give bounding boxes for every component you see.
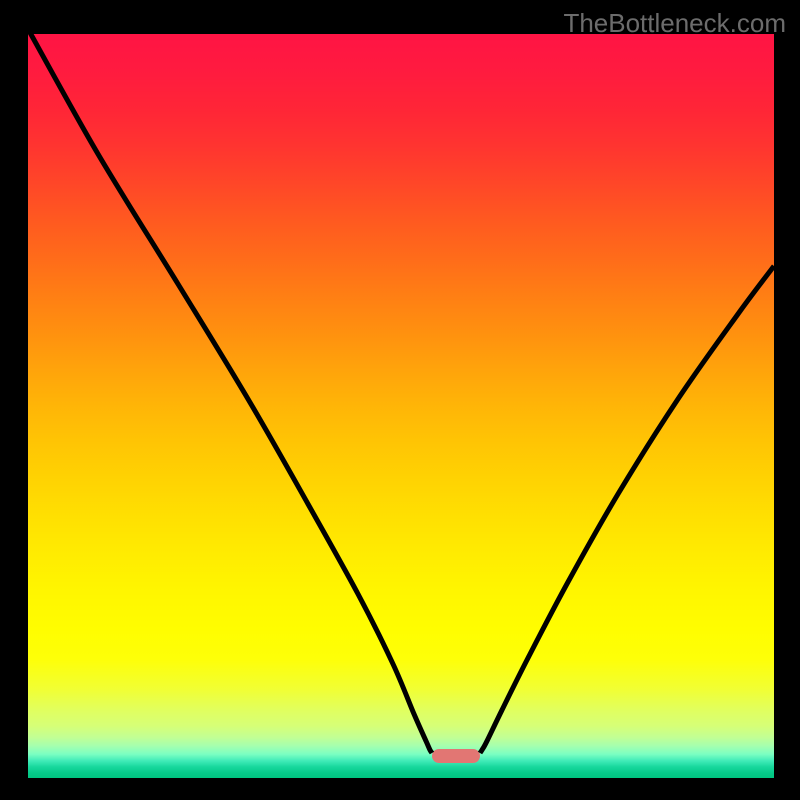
chart-svg — [28, 34, 774, 778]
gradient-background — [28, 34, 774, 778]
chart-image-root: TheBottleneck.com — [0, 0, 800, 800]
watermark-text: TheBottleneck.com — [563, 8, 786, 39]
plot-area — [28, 34, 774, 778]
bottleneck-marker — [432, 749, 480, 763]
marker-capsule — [432, 749, 480, 763]
